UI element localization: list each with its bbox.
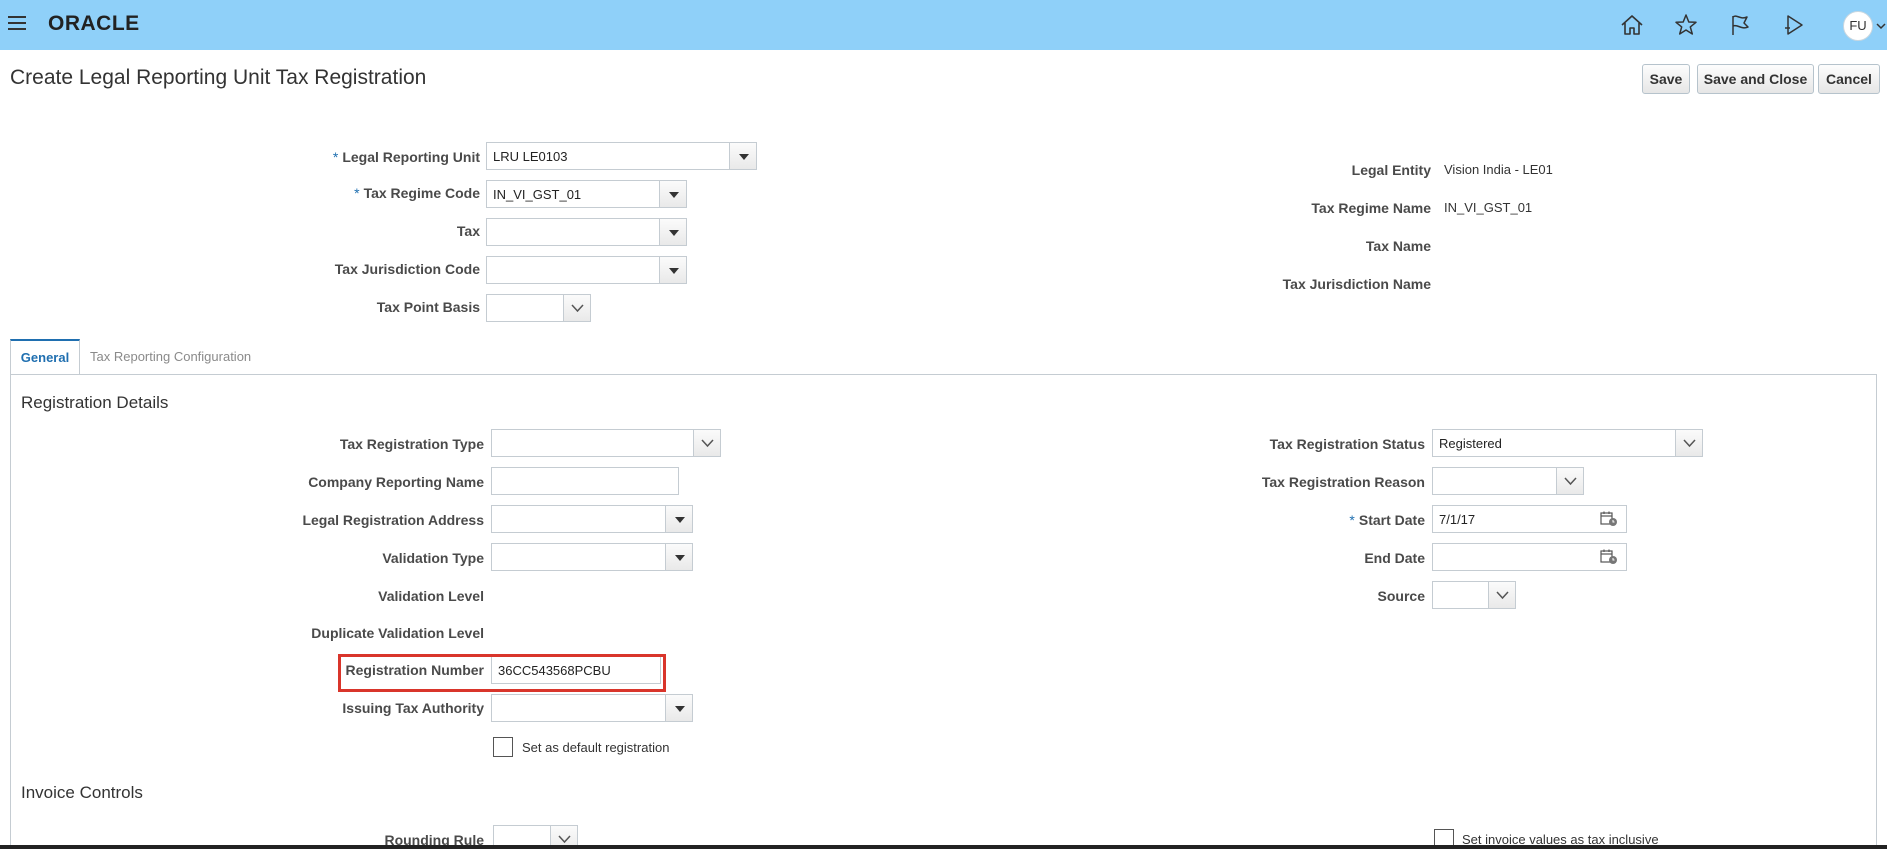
tax-regime-code-label: * Tax Regime Code [354, 185, 480, 201]
tax-registration-type-select[interactable] [491, 429, 721, 457]
end-date-input[interactable] [1432, 543, 1627, 571]
cancel-button[interactable]: Cancel [1818, 64, 1880, 94]
tax-regime-code-select[interactable]: IN_VI_GST_01 [486, 180, 687, 208]
registration-details-heading: Registration Details [21, 393, 169, 412]
legal-reporting-unit-select[interactable]: LRU LE0103 [486, 142, 757, 170]
set-as-default-label: Set as default registration [522, 740, 670, 755]
tab-general[interactable]: General [10, 339, 80, 375]
validation-level-label: Validation Level [378, 588, 484, 604]
tax-jurisdiction-code-select[interactable] [486, 256, 687, 284]
tax-label: Tax [456, 223, 480, 239]
tax-registration-reason-select[interactable] [1432, 467, 1584, 495]
tax-point-basis-label: Tax Point Basis [376, 299, 480, 315]
calendar-icon[interactable] [1600, 511, 1618, 527]
set-as-default-checkbox[interactable] [493, 737, 513, 757]
global-header: ORACLE FU [0, 0, 1887, 50]
start-date-input[interactable]: 7/1/17 [1432, 505, 1627, 533]
chevron-down-icon[interactable] [693, 429, 721, 457]
validation-type-select[interactable] [491, 543, 693, 571]
company-reporting-name-label: Company Reporting Name [308, 474, 484, 490]
dropdown-arrow-icon[interactable] [659, 180, 687, 208]
invoice-controls-heading: Invoice Controls [21, 783, 143, 802]
start-date-value: 7/1/17 [1439, 512, 1476, 527]
dropdown-arrow-icon[interactable] [665, 505, 693, 533]
tax-jurisdiction-code-label: Tax Jurisdiction Code [334, 261, 480, 277]
source-label: Source [1377, 588, 1425, 604]
chevron-down-icon[interactable] [1675, 429, 1703, 457]
flag-icon[interactable] [1727, 12, 1753, 38]
chevron-down-icon[interactable] [1875, 19, 1887, 31]
tax-select[interactable] [486, 218, 687, 246]
dropdown-arrow-icon[interactable] [659, 218, 687, 246]
save-and-close-button[interactable]: Save and Close [1697, 64, 1814, 94]
tax-registration-status-select[interactable]: Registered [1432, 429, 1703, 457]
tax-registration-type-label: Tax Registration Type [339, 436, 484, 452]
dropdown-arrow-icon[interactable] [665, 694, 693, 722]
legal-reporting-unit-value: LRU LE0103 [493, 149, 568, 164]
star-icon[interactable] [1673, 12, 1699, 38]
legal-entity-label: Legal Entity [1351, 162, 1431, 178]
tax-regime-name-label: Tax Regime Name [1311, 200, 1431, 216]
legal-registration-address-label: Legal Registration Address [302, 512, 484, 528]
calendar-icon[interactable] [1600, 549, 1618, 565]
legal-registration-address-select[interactable] [491, 505, 693, 533]
tax-regime-name-value: IN_VI_GST_01 [1444, 200, 1533, 215]
legal-reporting-unit-label: * Legal Reporting Unit [333, 149, 480, 165]
home-icon[interactable] [1619, 12, 1645, 38]
tax-jurisdiction-name-label: Tax Jurisdiction Name [1282, 276, 1431, 292]
tax-registration-status-value: Registered [1439, 436, 1502, 451]
tax-regime-code-value: IN_VI_GST_01 [493, 187, 582, 202]
end-date-label: End Date [1364, 550, 1425, 566]
legal-reporting-unit-label-text: Legal Reporting Unit [342, 149, 480, 165]
save-button[interactable]: Save [1642, 64, 1690, 94]
legal-entity-value: Vision India - LE01 [1444, 162, 1553, 177]
start-date-label-text: Start Date [1358, 512, 1425, 528]
tax-name-label: Tax Name [1365, 238, 1431, 254]
notifications-icon[interactable] [1781, 12, 1807, 38]
dropdown-arrow-icon[interactable] [659, 256, 687, 284]
issuing-tax-authority-label: Issuing Tax Authority [342, 700, 484, 716]
chevron-down-icon[interactable] [563, 294, 591, 322]
validation-type-label: Validation Type [382, 550, 484, 566]
registration-number-highlight [338, 654, 666, 692]
chevron-down-icon[interactable] [1488, 581, 1516, 609]
chevron-down-icon[interactable] [1556, 467, 1584, 495]
required-indicator: * [354, 185, 360, 201]
required-indicator: * [1349, 512, 1355, 528]
start-date-label: * Start Date [1349, 512, 1425, 528]
dropdown-arrow-icon[interactable] [729, 142, 757, 170]
menu-icon[interactable] [8, 16, 26, 30]
tax-regime-code-label-text: Tax Regime Code [363, 185, 480, 201]
window-bottom-edge [0, 845, 1887, 849]
tax-registration-reason-label: Tax Registration Reason [1261, 474, 1425, 490]
user-avatar[interactable]: FU [1843, 11, 1873, 41]
page-title: Create Legal Reporting Unit Tax Registra… [10, 66, 427, 89]
tax-point-basis-select[interactable] [486, 294, 591, 322]
tab-tax-reporting-configuration[interactable]: Tax Reporting Configuration [90, 349, 251, 364]
required-indicator: * [332, 149, 339, 165]
source-select[interactable] [1432, 581, 1516, 609]
company-reporting-name-input[interactable] [491, 467, 679, 495]
duplicate-validation-level-label: Duplicate Validation Level [311, 625, 484, 641]
oracle-logo[interactable]: ORACLE [48, 12, 140, 36]
tax-registration-status-label: Tax Registration Status [1269, 436, 1425, 452]
issuing-tax-authority-select[interactable] [491, 694, 693, 722]
dropdown-arrow-icon[interactable] [665, 543, 693, 571]
